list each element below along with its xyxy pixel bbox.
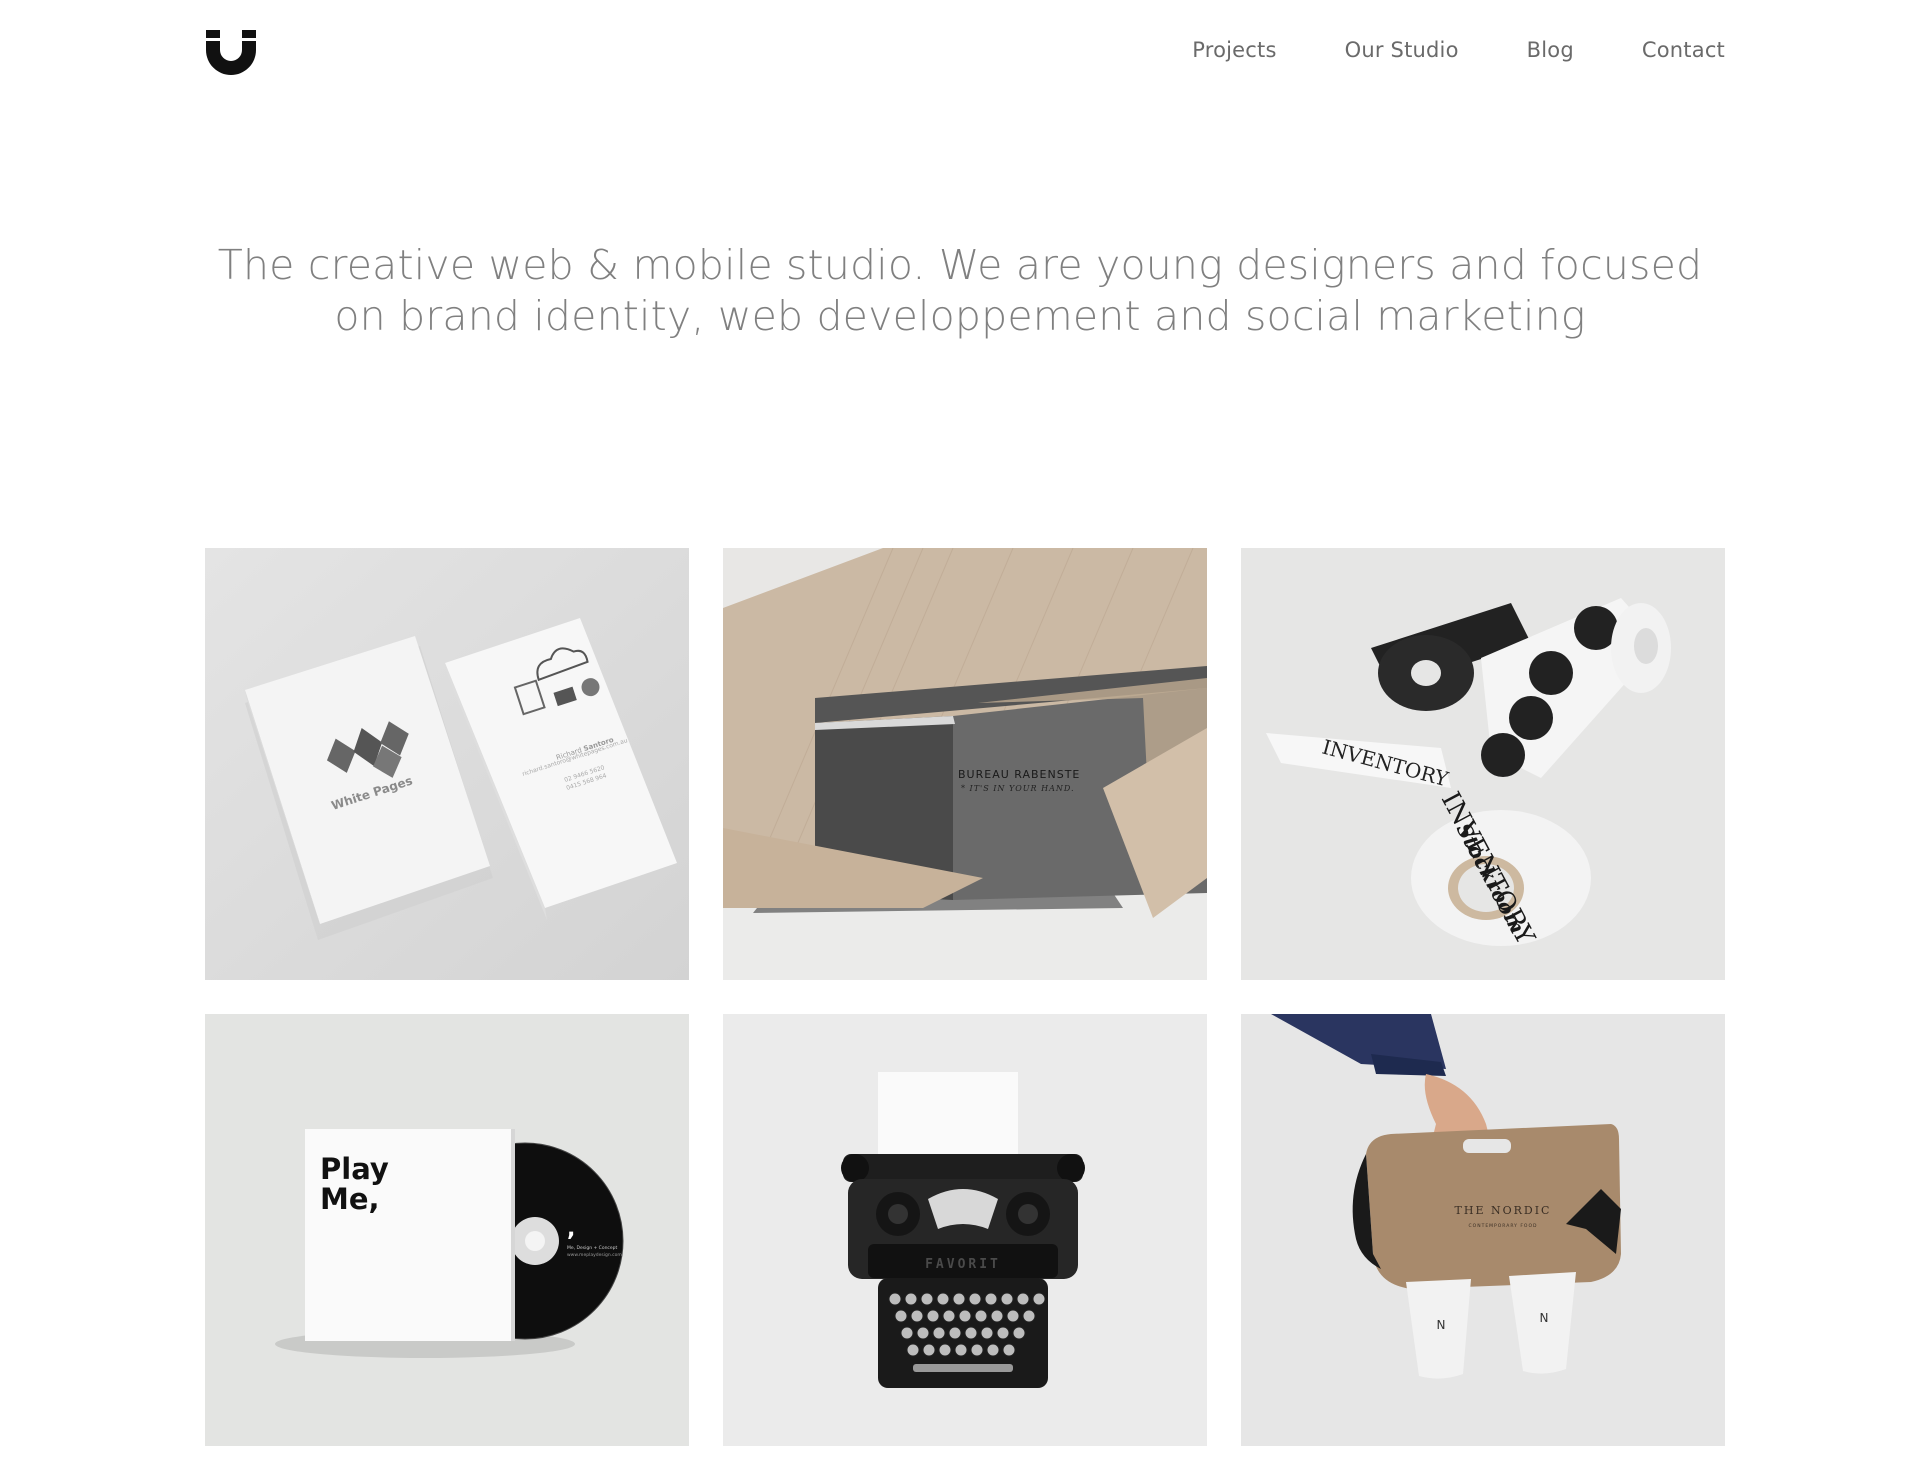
project-tile-cd-sleeve[interactable]: , Me, Design + Concept www.meplaydesign.…	[205, 1014, 689, 1446]
project-tile-business-cards[interactable]: White Pages Richard Santoro richard.sant…	[205, 548, 689, 980]
nordic-sub: CONTEMPORARY FOOD	[1469, 1223, 1538, 1229]
disc-comma-mark: ,	[567, 1217, 575, 1242]
cup-mark-left: N	[1437, 1318, 1446, 1332]
nav-our-studio[interactable]: Our Studio	[1345, 38, 1459, 62]
cup-mark-right: N	[1540, 1311, 1549, 1325]
typewriter-brand: FAVORIT	[925, 1257, 1001, 1272]
disc-text-1: Me, Design + Concept	[567, 1245, 618, 1251]
hero-line-2: on brand identity, web developpement and…	[334, 292, 1586, 340]
magnet-u-logo-icon	[206, 30, 256, 75]
project-tile-card-box[interactable]: BUREAU RABENSTE * IT'S IN YOUR HAND.	[723, 548, 1207, 980]
bureau-brand: BUREAU RABENSTE	[958, 768, 1080, 781]
project-grid: White Pages Richard Santoro richard.sant…	[205, 548, 1725, 1446]
business-cards-image: White Pages Richard Santoro richard.sant…	[205, 548, 689, 980]
project-tile-tape-rolls[interactable]: INVENTORY INVENTORY Stockroom	[1241, 548, 1725, 980]
card-box-image: BUREAU RABENSTE * IT'S IN YOUR HAND.	[723, 548, 1207, 980]
project-tile-typewriter[interactable]: FAVORIT	[723, 1014, 1207, 1446]
nav-projects[interactable]: Projects	[1192, 38, 1276, 62]
logo-link[interactable]	[205, 28, 257, 76]
nav-contact[interactable]: Contact	[1642, 38, 1725, 62]
cd-title-line-1: Play	[320, 1152, 389, 1186]
hero-statement: The creative web & mobile studio. We are…	[0, 240, 1920, 342]
disc-text-2: www.meplaydesign.com	[567, 1252, 622, 1258]
typewriter-image: FAVORIT	[723, 1014, 1207, 1446]
bureau-tagline: * IT'S IN YOUR HAND.	[961, 784, 1075, 793]
site-header: Projects Our Studio Blog Contact	[0, 0, 1920, 110]
cd-sleeve-image: , Me, Design + Concept www.meplaydesign.…	[205, 1014, 689, 1446]
tape-rolls-image: INVENTORY INVENTORY Stockroom	[1241, 548, 1725, 980]
nav-blog[interactable]: Blog	[1527, 38, 1574, 62]
cup-carrier-image: THE NORDIC CONTEMPORARY FOOD N N	[1241, 1014, 1725, 1446]
main-nav: Projects Our Studio Blog Contact	[1192, 38, 1725, 62]
project-tile-cup-carrier[interactable]: THE NORDIC CONTEMPORARY FOOD N N	[1241, 1014, 1725, 1446]
hero-line-1: The creative web & mobile studio. We are…	[217, 241, 1703, 289]
cd-title-line-2: Me,	[320, 1182, 380, 1216]
nordic-brand: THE NORDIC	[1455, 1204, 1552, 1217]
